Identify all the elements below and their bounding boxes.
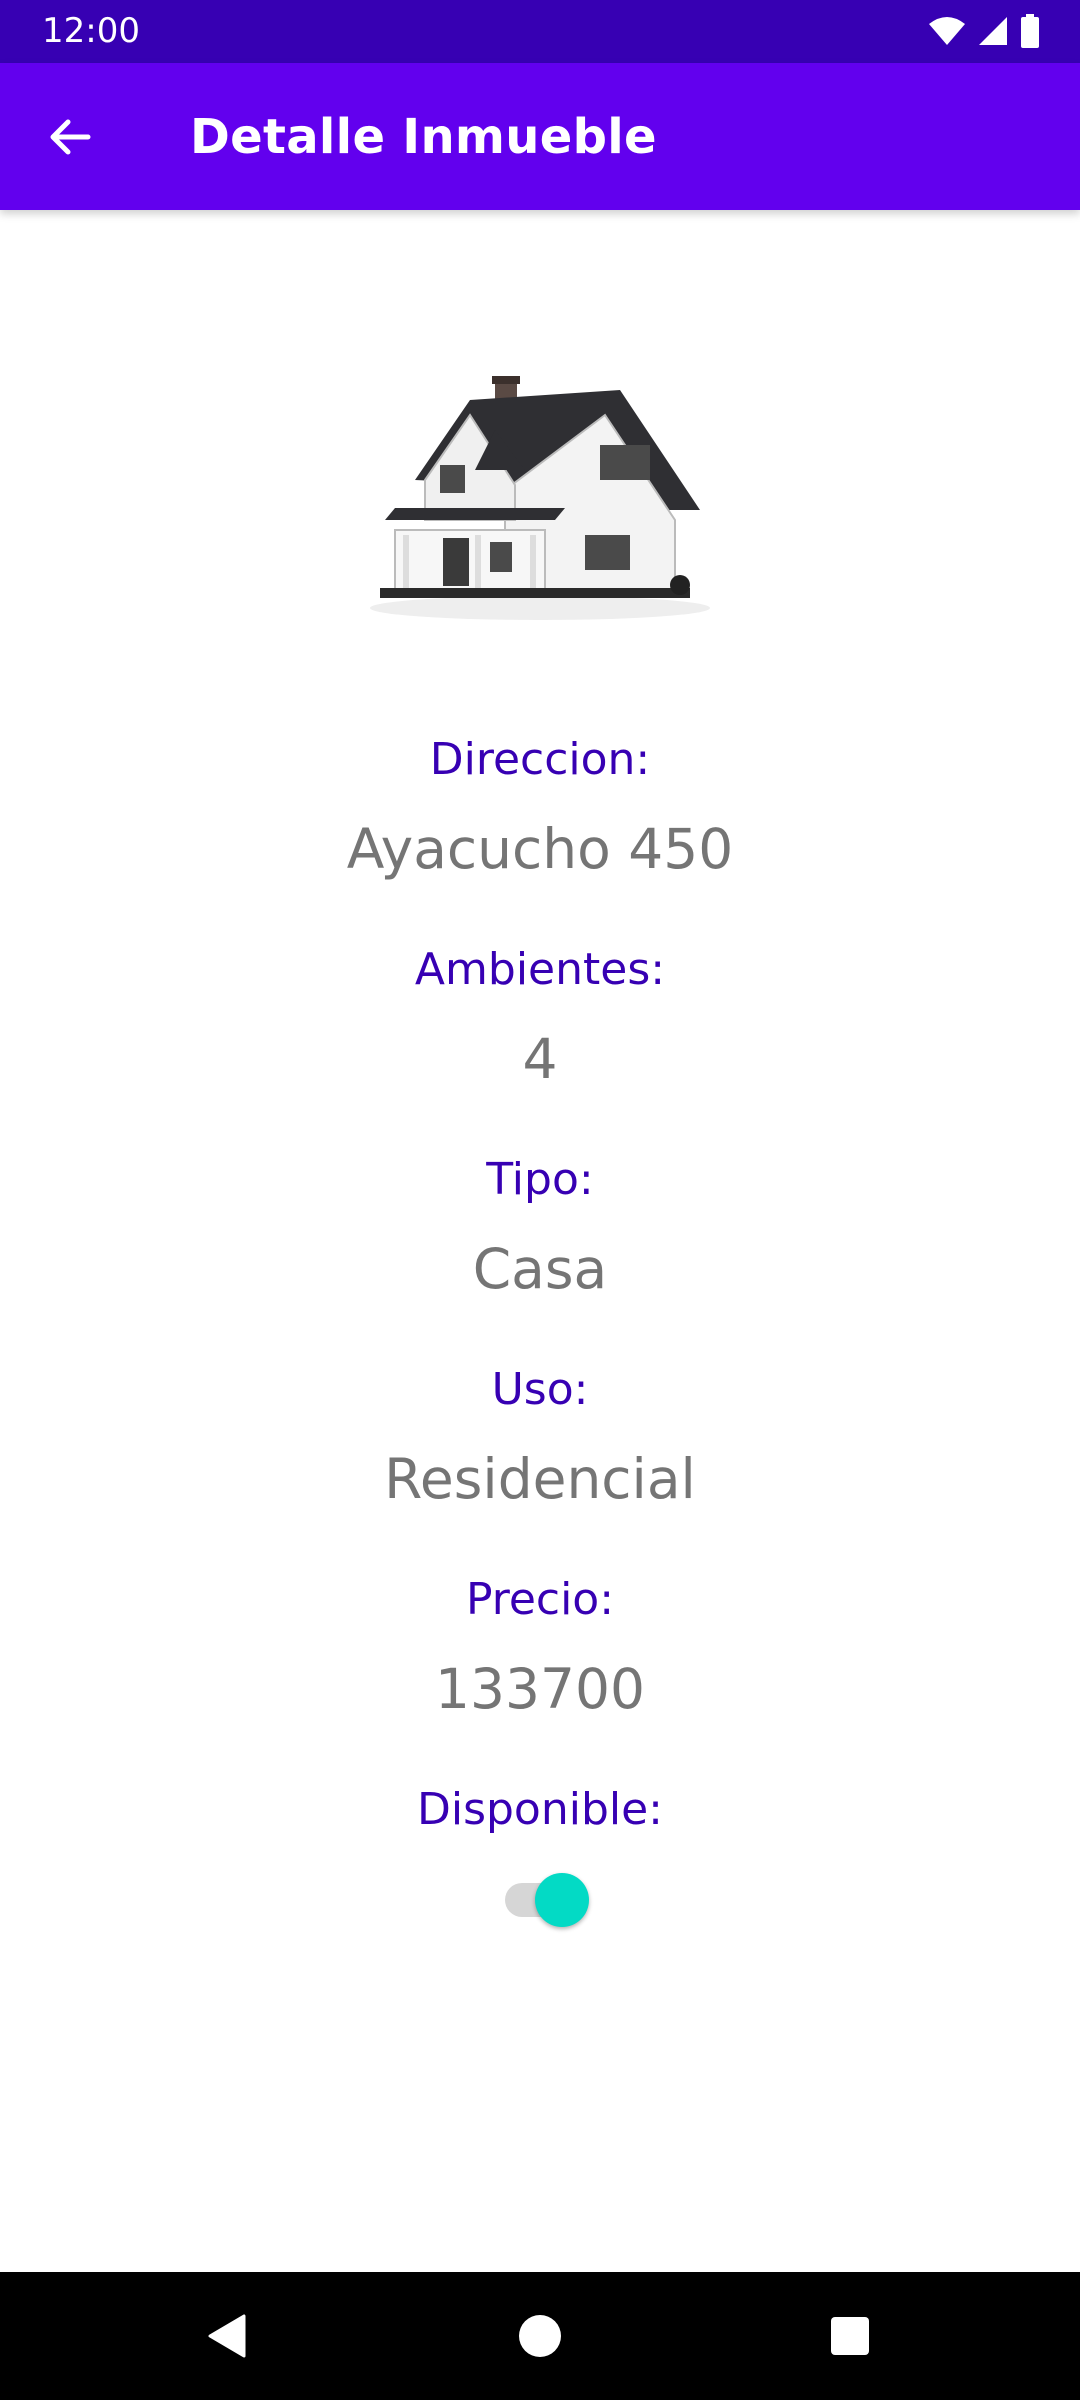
use-label: Uso:	[491, 1364, 589, 1415]
rooms-label: Ambientes:	[414, 944, 666, 995]
app-bar: Detalle Inmueble	[0, 63, 1080, 210]
switch-thumb[interactable]	[535, 1873, 589, 1927]
status-icons	[928, 13, 1040, 49]
price-label: Precio:	[465, 1574, 615, 1625]
nav-home-button[interactable]	[500, 2296, 580, 2376]
type-value: Casa	[472, 1237, 608, 1301]
battery-icon	[1021, 14, 1039, 48]
address-value: Ayacucho 450	[346, 817, 734, 881]
type-label: Tipo:	[486, 1154, 594, 1205]
rooms-value: 4	[522, 1027, 558, 1091]
address-label: Direccion:	[429, 734, 651, 785]
status-bar: 12:00	[0, 0, 1080, 63]
page-title: Detalle Inmueble	[190, 109, 657, 165]
available-switch[interactable]	[0, 1860, 1080, 1940]
arrow-back-icon	[50, 119, 91, 155]
wifi-icon	[929, 17, 965, 45]
nav-back-button[interactable]	[188, 2296, 268, 2376]
back-button[interactable]	[30, 99, 110, 175]
recents-square-icon	[831, 2317, 869, 2355]
home-circle-icon	[519, 2315, 561, 2357]
status-time: 12:00	[42, 11, 140, 51]
use-value: Residencial	[384, 1447, 696, 1511]
property-details: Direccion: Ayacucho 450 Ambientes: 4 Tip…	[0, 730, 1080, 1940]
back-triangle-icon	[208, 2314, 246, 2358]
house-image	[370, 376, 710, 620]
price-value: 133700	[435, 1657, 645, 1721]
system-nav-bar	[0, 2272, 1080, 2400]
signal-icon	[979, 17, 1007, 45]
available-label: Disponible:	[416, 1784, 664, 1835]
nav-recents-button[interactable]	[810, 2296, 890, 2376]
